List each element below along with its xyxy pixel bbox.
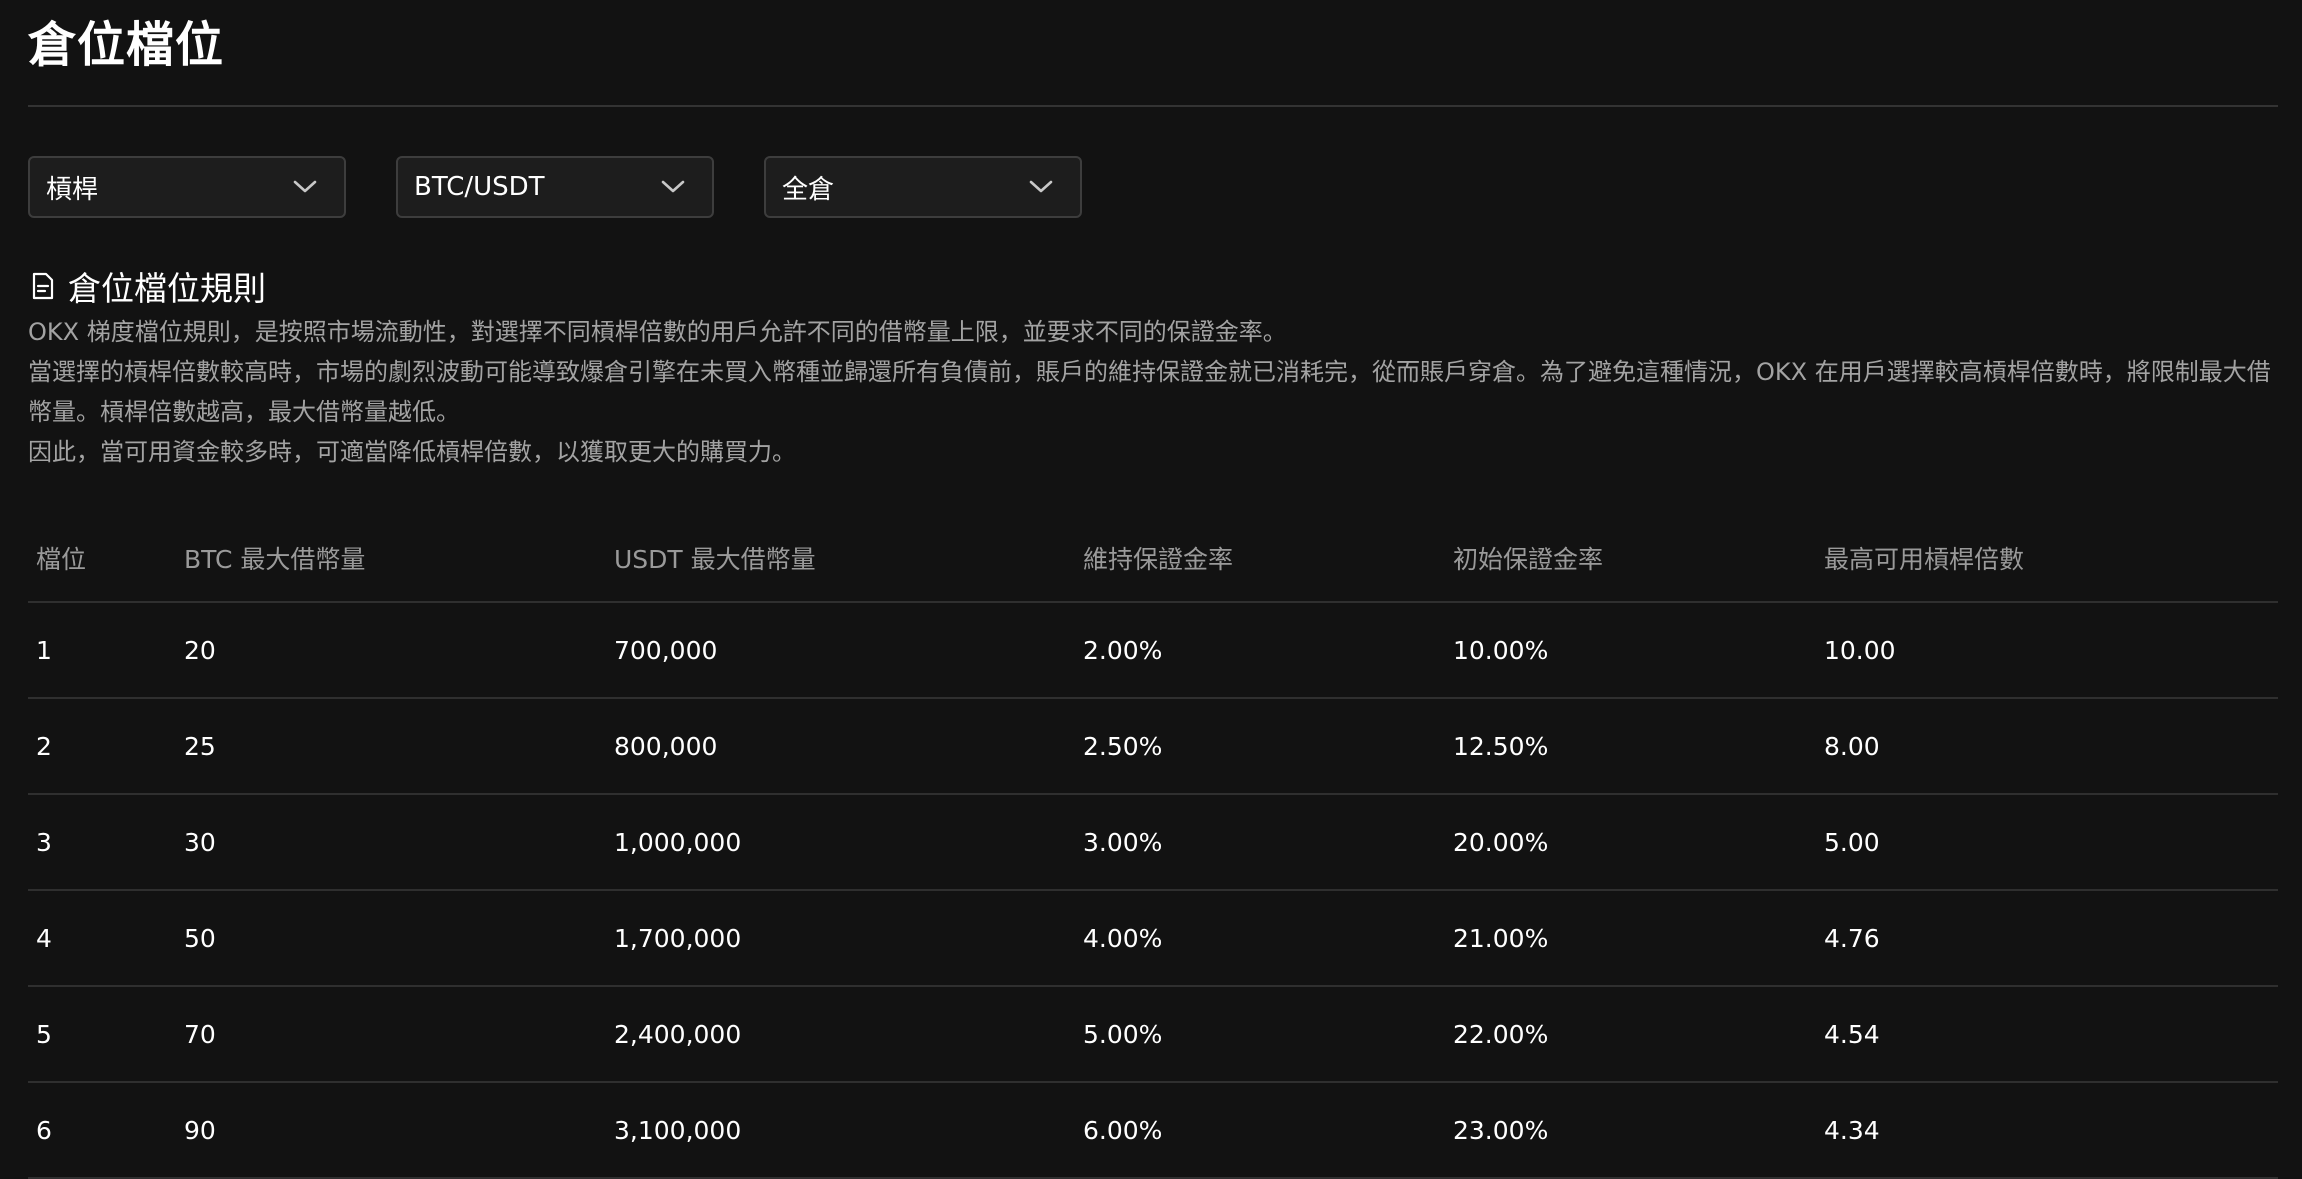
cell-btc-max-borrow: 70 xyxy=(184,1020,216,1049)
column-header-btc-max-borrow: BTC 最大借幣量 xyxy=(184,545,366,574)
cell-max-leverage: 5.00 xyxy=(1824,828,1880,857)
column-header-max-leverage: 最高可用槓桿倍數 xyxy=(1824,545,2025,574)
tier-table: 檔位 BTC 最大借幣量 USDT 最大借幣量 維持保證金率 初始保證金率 最高… xyxy=(28,525,2278,1179)
cell-usdt-max-borrow: 1,000,000 xyxy=(614,828,742,857)
table-row: 4 50 1,700,000 4.00% 21.00% 4.76 xyxy=(28,891,2278,987)
cell-initial-margin: 20.00% xyxy=(1453,828,1549,857)
cell-btc-max-borrow: 25 xyxy=(184,732,216,761)
cell-initial-margin: 10.00% xyxy=(1453,636,1549,665)
table-row: 3 30 1,000,000 3.00% 20.00% 5.00 xyxy=(28,795,2278,891)
cell-usdt-max-borrow: 1,700,000 xyxy=(614,924,742,953)
cell-max-leverage: 4.34 xyxy=(1824,1116,1880,1145)
table-row: 5 70 2,400,000 5.00% 22.00% 4.54 xyxy=(28,987,2278,1083)
column-header-usdt-max-borrow: USDT 最大借幣量 xyxy=(614,545,816,574)
column-header-tier: 檔位 xyxy=(36,545,87,574)
cell-maintenance-margin: 4.00% xyxy=(1083,924,1163,953)
column-header-initial-margin: 初始保證金率 xyxy=(1453,545,1604,574)
table-row: 2 25 800,000 2.50% 12.50% 8.00 xyxy=(28,699,2278,795)
select-value: 槓桿 xyxy=(46,174,99,205)
table-row: 6 90 3,100,000 6.00% 23.00% 4.34 xyxy=(28,1083,2278,1179)
cell-max-leverage: 4.76 xyxy=(1824,924,1880,953)
rules-paragraph: OKX 梯度檔位規則，是按照市場流動性，對選擇不同槓桿倍數的用戶允許不同的借幣量… xyxy=(28,318,1287,346)
cell-max-leverage: 4.54 xyxy=(1824,1020,1880,1049)
cell-max-leverage: 8.00 xyxy=(1824,732,1880,761)
rules-description: OKX 梯度檔位規則，是按照市場流動性，對選擇不同槓桿倍數的用戶允許不同的借幣量… xyxy=(28,312,2278,472)
cell-initial-margin: 22.00% xyxy=(1453,1020,1549,1049)
cell-initial-margin: 23.00% xyxy=(1453,1116,1549,1145)
cell-btc-max-borrow: 20 xyxy=(184,636,216,665)
chevron-down-icon xyxy=(1028,179,1054,195)
table-row: 1 20 700,000 2.00% 10.00% 10.00 xyxy=(28,603,2278,699)
rules-header: 倉位檔位規則 xyxy=(28,262,266,310)
cell-tier: 5 xyxy=(36,1020,52,1049)
trading-pair-select[interactable]: BTC/USDT xyxy=(396,156,714,218)
leverage-mode-select[interactable]: 槓桿 xyxy=(28,156,346,218)
cell-btc-max-borrow: 90 xyxy=(184,1116,216,1145)
cell-tier: 1 xyxy=(36,636,52,665)
cell-initial-margin: 12.50% xyxy=(1453,732,1549,761)
cell-btc-max-borrow: 50 xyxy=(184,924,216,953)
cell-btc-max-borrow: 30 xyxy=(184,828,216,857)
cell-usdt-max-borrow: 800,000 xyxy=(614,732,718,761)
cell-tier: 2 xyxy=(36,732,52,761)
chevron-down-icon xyxy=(292,179,318,195)
rules-paragraph: 當選擇的槓桿倍數較高時，市場的劇烈波動可能導致爆倉引擎在未買入幣種並歸還所有負債… xyxy=(28,358,2271,426)
cell-tier: 6 xyxy=(36,1116,52,1145)
select-value: 全倉 xyxy=(782,174,835,205)
chevron-down-icon xyxy=(660,179,686,195)
cell-maintenance-margin: 2.00% xyxy=(1083,636,1163,665)
document-icon xyxy=(28,271,58,301)
cell-initial-margin: 21.00% xyxy=(1453,924,1549,953)
table-header: 檔位 BTC 最大借幣量 USDT 最大借幣量 維持保證金率 初始保證金率 最高… xyxy=(28,525,2278,603)
cell-maintenance-margin: 3.00% xyxy=(1083,828,1163,857)
rules-paragraph: 因此，當可用資金較多時，可適當降低槓桿倍數，以獲取更大的購買力。 xyxy=(28,438,796,466)
cell-tier: 4 xyxy=(36,924,52,953)
cell-tier: 3 xyxy=(36,828,52,857)
rules-title: 倉位檔位規則 xyxy=(68,269,266,308)
select-value: BTC/USDT xyxy=(414,172,545,202)
column-header-maintenance-margin: 維持保證金率 xyxy=(1083,545,1234,574)
title-divider xyxy=(28,105,2278,107)
cell-max-leverage: 10.00 xyxy=(1824,636,1896,665)
page-title: 倉位檔位 xyxy=(28,17,225,73)
cell-maintenance-margin: 5.00% xyxy=(1083,1020,1163,1049)
cell-usdt-max-borrow: 700,000 xyxy=(614,636,718,665)
margin-mode-select[interactable]: 全倉 xyxy=(764,156,1082,218)
cell-usdt-max-borrow: 3,100,000 xyxy=(614,1116,742,1145)
cell-usdt-max-borrow: 2,400,000 xyxy=(614,1020,742,1049)
cell-maintenance-margin: 6.00% xyxy=(1083,1116,1163,1145)
cell-maintenance-margin: 2.50% xyxy=(1083,732,1163,761)
